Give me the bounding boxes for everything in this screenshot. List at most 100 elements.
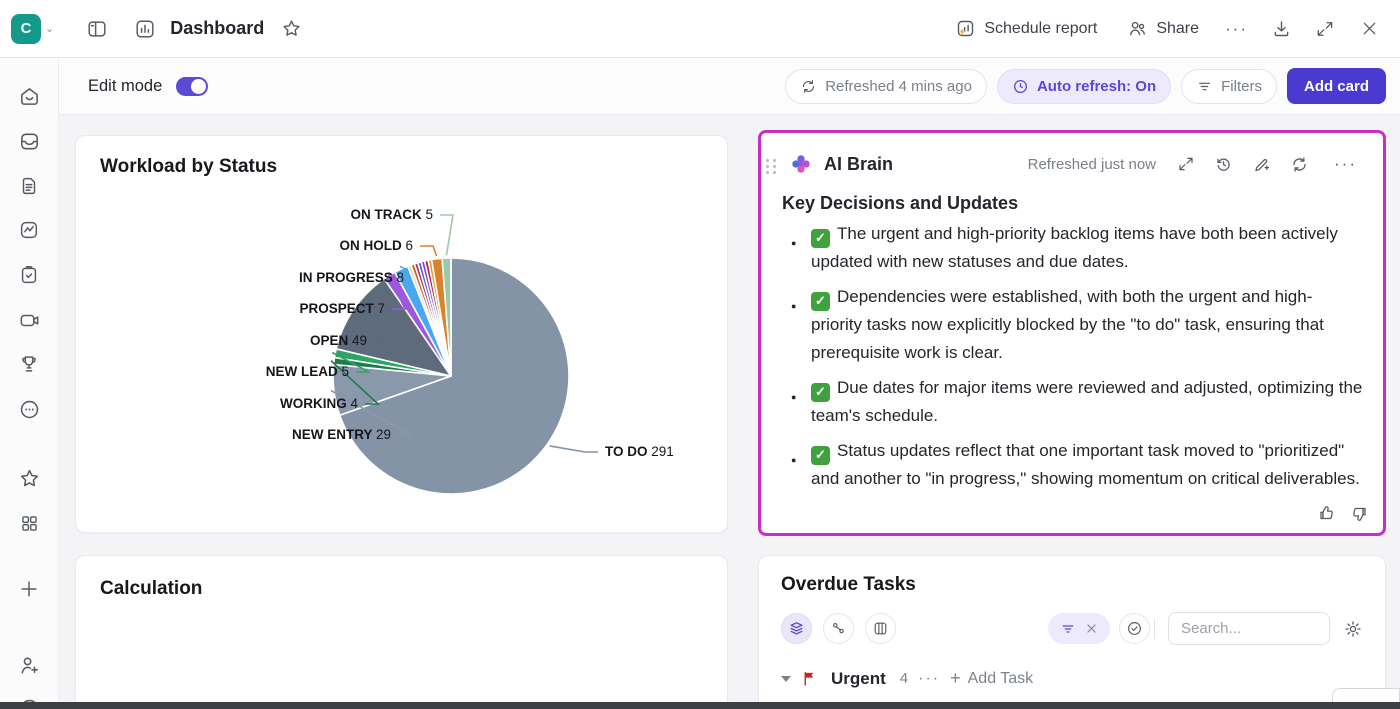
- bullet-dot: ●: [791, 446, 796, 474]
- group-name[interactable]: Urgent: [831, 669, 886, 689]
- thumbs-up-button[interactable]: [1317, 504, 1336, 523]
- calculation-card: Calculation: [75, 555, 728, 709]
- pie-leader-line: [420, 246, 437, 256]
- ai-refresh-button[interactable]: [1290, 155, 1309, 174]
- share-button[interactable]: Share: [1117, 12, 1209, 45]
- expand-icon: [1177, 155, 1195, 173]
- bullet-dot: ●: [791, 383, 796, 411]
- workspace-avatar[interactable]: C: [11, 14, 41, 44]
- collapse-group-button[interactable]: [781, 676, 791, 682]
- check-emoji: ✓: [811, 446, 830, 465]
- ai-brain-card: AI Brain Refreshed just now: [758, 130, 1386, 536]
- ai-more-button[interactable]: ···: [1328, 154, 1363, 174]
- dashboards-icon: [18, 219, 40, 241]
- add-task-button[interactable]: + Add Task: [950, 668, 1033, 689]
- sidebar-item-goals[interactable]: [12, 347, 46, 381]
- columns-icon: [872, 620, 889, 637]
- ai-bullet-text: Dependencies were established, with both…: [811, 287, 1324, 362]
- schedule-report-button[interactable]: Schedule report: [945, 12, 1107, 45]
- ai-edit-button[interactable]: [1252, 155, 1271, 174]
- settings-button[interactable]: [1343, 619, 1363, 639]
- refresh-icon: [1290, 155, 1309, 174]
- expand-icon: [1315, 19, 1335, 39]
- overdue-tasks-card: Overdue Tasks: [758, 555, 1386, 709]
- pie-label-working: WORKING 4: [280, 396, 359, 411]
- sidebar-item-invite[interactable]: [12, 648, 46, 682]
- search-input[interactable]: [1168, 612, 1330, 645]
- close-button[interactable]: [1352, 12, 1386, 46]
- sidebar-item-planner[interactable]: [12, 258, 46, 292]
- trophy-icon: [18, 353, 40, 375]
- show-closed-button[interactable]: [1119, 613, 1150, 644]
- edit-mode-label: Edit mode: [88, 77, 162, 96]
- check-emoji: ✓: [811, 229, 830, 248]
- refresh-icon: [800, 78, 817, 95]
- plus-icon: [18, 578, 40, 600]
- pie-label-in-progress: IN PROGRESS 8: [299, 270, 404, 285]
- active-filter-chip[interactable]: [1048, 613, 1110, 644]
- inbox-icon: [18, 130, 41, 153]
- toolbar-divider: [1154, 619, 1155, 639]
- ai-history-button[interactable]: [1214, 155, 1233, 174]
- ai-expand-button[interactable]: [1177, 155, 1195, 173]
- sidebar-item-create[interactable]: [12, 572, 46, 606]
- star-icon: [18, 467, 41, 490]
- check-emoji: ✓: [811, 292, 830, 311]
- sidebar-item-apps[interactable]: [12, 506, 46, 540]
- ai-bullet-item: ● ✓Dependencies were established, with bo…: [782, 283, 1363, 367]
- columns-button[interactable]: [865, 613, 896, 644]
- fullscreen-button[interactable]: [1308, 12, 1342, 46]
- download-button[interactable]: [1264, 12, 1298, 46]
- apps-grid-icon: [19, 513, 40, 534]
- more-actions-button[interactable]: ···: [1219, 19, 1254, 39]
- clear-filter-icon[interactable]: [1085, 622, 1098, 635]
- workspace-chevron-icon[interactable]: ⌄: [45, 22, 54, 35]
- group-by-button[interactable]: [781, 613, 812, 644]
- filter-icon: [1196, 78, 1213, 95]
- sidebar-item-dashboards[interactable]: [12, 213, 46, 247]
- pie-leader-line: [550, 446, 598, 452]
- download-icon: [1271, 18, 1292, 39]
- ai-refreshed-status: Refreshed just now: [1028, 156, 1156, 173]
- sidebar-item-home[interactable]: [12, 79, 46, 113]
- refreshed-button[interactable]: Refreshed 4 mins ago: [785, 69, 987, 104]
- edit-mode-toggle[interactable]: [176, 77, 208, 96]
- relationships-button[interactable]: [823, 613, 854, 644]
- sidebar-item-docs[interactable]: [12, 169, 46, 203]
- ai-bullet-item: ● ✓The urgent and high-priority backlog i…: [782, 220, 1363, 276]
- drag-handle[interactable]: [766, 159, 777, 174]
- video-clip-icon: [18, 309, 41, 332]
- sidebar-toggle-button[interactable]: [80, 12, 114, 46]
- page-title: Dashboard: [170, 18, 264, 39]
- bottom-window-edge: [0, 702, 1400, 709]
- group-more-button[interactable]: ···: [918, 670, 940, 688]
- bullet-dot: ●: [791, 292, 796, 320]
- check-emoji: ✓: [811, 383, 830, 402]
- ai-bullet-text: The urgent and high-priority backlog ite…: [811, 224, 1338, 271]
- auto-refresh-button[interactable]: Auto refresh: On: [997, 69, 1171, 104]
- sidebar-item-more[interactable]: [12, 392, 46, 426]
- ai-brain-title: AI Brain: [824, 154, 893, 175]
- sidebar-item-favorites[interactable]: [12, 461, 46, 495]
- ai-bullet-list: ●✓The urgent and high-priority backlog i…: [782, 220, 1363, 493]
- sidebar-item-inbox[interactable]: [12, 124, 46, 158]
- history-icon: [1214, 155, 1233, 174]
- pie-label-on-hold: ON HOLD 6: [339, 238, 413, 253]
- star-icon: [281, 18, 302, 39]
- pie-label-prospect: PROSPECT 7: [299, 301, 385, 316]
- workload-pie-chart[interactable]: TO DO 291NEW ENTRY 29WORKING 4NEW LEAD 5…: [76, 172, 729, 532]
- favorite-star-button[interactable]: [274, 12, 308, 46]
- ai-bullet-text: Status updates reflect that one importan…: [811, 441, 1360, 488]
- pie-label-new-lead: NEW LEAD 5: [266, 364, 349, 379]
- bullet-dot: ●: [791, 229, 796, 257]
- sidebar-item-clips[interactable]: [12, 303, 46, 337]
- home-icon: [18, 85, 41, 108]
- add-card-button[interactable]: Add card: [1287, 68, 1386, 104]
- pie-label-new-entry: NEW ENTRY 29: [292, 427, 391, 442]
- filters-button[interactable]: Filters: [1181, 69, 1277, 104]
- thumbs-down-button[interactable]: [1350, 504, 1369, 523]
- overdue-card-title: Overdue Tasks: [781, 574, 1363, 596]
- calculation-card-title: Calculation: [100, 578, 703, 600]
- filter-icon: [1060, 621, 1076, 637]
- invite-user-icon: [18, 654, 41, 677]
